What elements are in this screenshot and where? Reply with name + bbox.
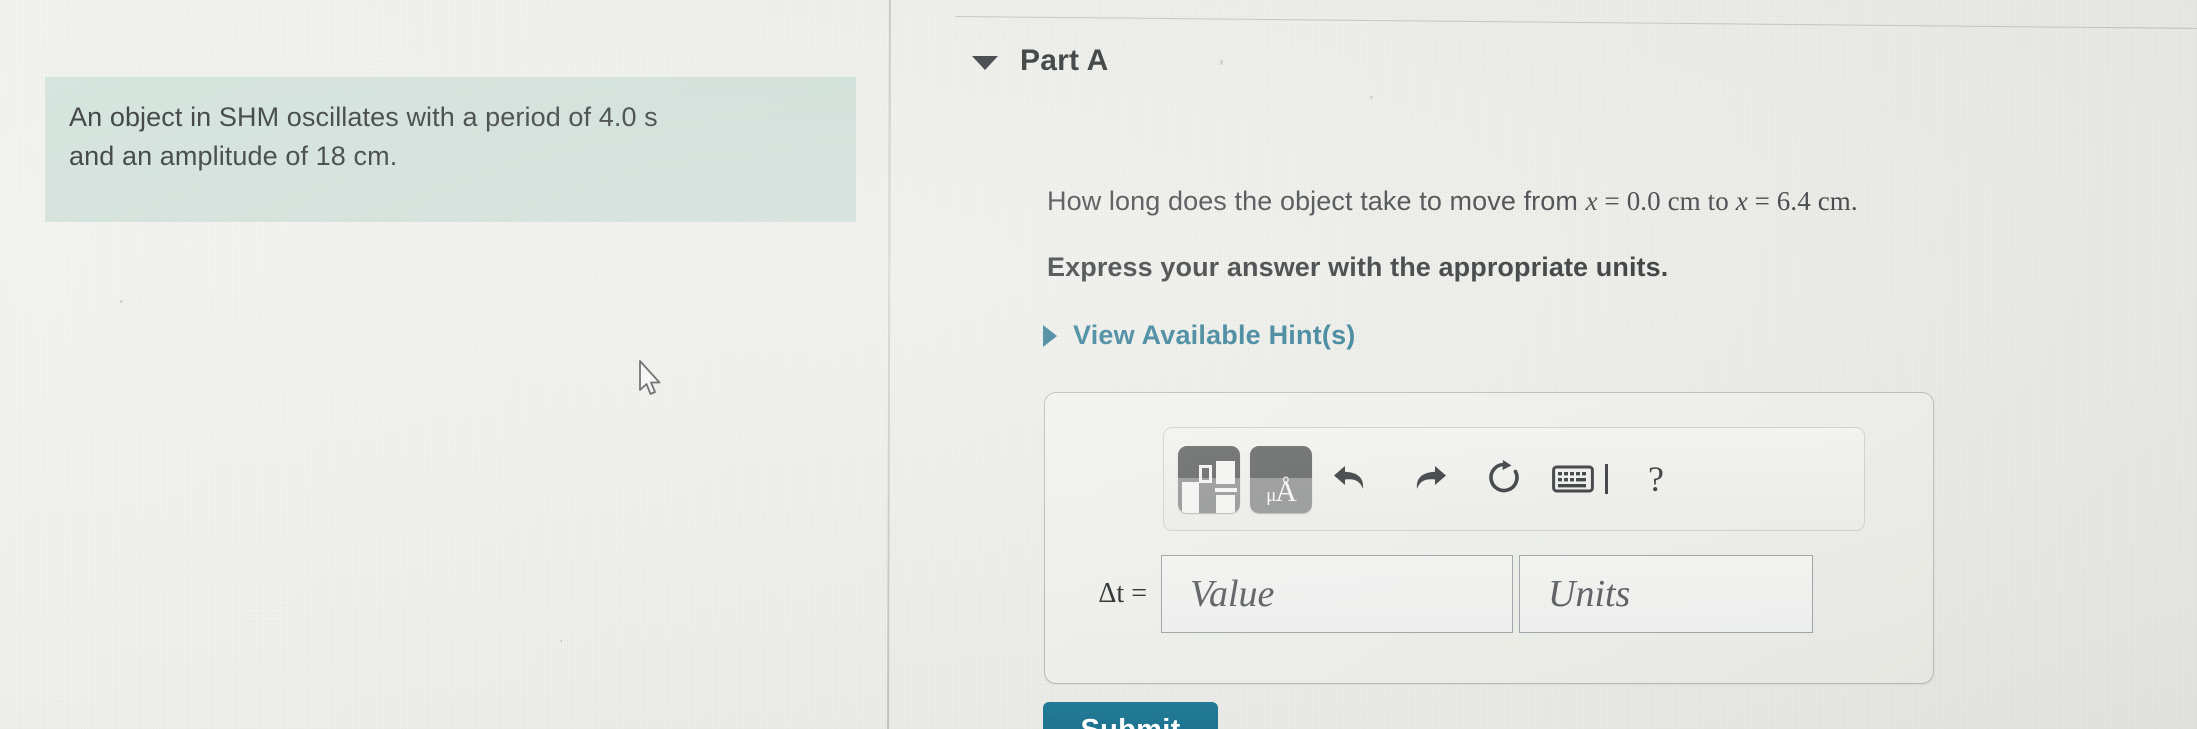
math-template-icon[interactable] [1178, 445, 1240, 513]
math-template-glyph-left-box [1182, 481, 1199, 513]
paper-speck [120, 300, 123, 303]
view-available-hints-toggle[interactable]: View Available Hint(s) [1043, 320, 1355, 351]
answer-input-row: Δt = Value Units [1061, 555, 1921, 633]
submit-button[interactable]: Submit [1043, 702, 1218, 729]
section-divider-rule [955, 16, 2197, 29]
question-equality-1: = 0.0 cm to [1597, 186, 1736, 216]
paper-speck [1220, 60, 1223, 65]
question-equality-2: = 6.4 cm. [1747, 186, 1858, 216]
math-template-glyph-denominator-box [1216, 494, 1235, 513]
instruction-text: Express your answer with the appropriate… [1047, 252, 1669, 282]
units-icon[interactable]: μÅ [1250, 445, 1312, 513]
units-input[interactable]: Units [1519, 555, 1813, 633]
part-header[interactable]: Part A [972, 44, 1108, 78]
math-template-glyph-numerator-box [1216, 460, 1235, 484]
answer-variable-label: Δt = [1098, 578, 1147, 609]
mu-glyph: μ [1266, 484, 1276, 506]
question-text: How long does the object take to move fr… [1047, 186, 1858, 217]
help-label: ? [1648, 459, 1664, 499]
question-mark-icon[interactable]: ? [1620, 445, 1692, 513]
mouse-pointer-icon [638, 360, 664, 398]
units-glyph: μÅ [1250, 474, 1312, 510]
math-template-glyph-superscript-box [1199, 464, 1212, 483]
units-input-placeholder: Units [1548, 573, 1631, 615]
problem-statement-line-1: An object in SHM oscillates with a perio… [69, 102, 658, 132]
angstrom-glyph: Å [1275, 474, 1297, 508]
question-prefix: How long does the object take to move fr… [1047, 186, 1586, 216]
paper-speck [1370, 96, 1373, 99]
problem-statement-pane: An object in SHM oscillates with a perio… [0, 0, 889, 729]
question-variable-2: x [1735, 186, 1748, 216]
triangle-right-icon[interactable] [1043, 324, 1057, 347]
redo-arrow-icon[interactable] [1392, 445, 1464, 513]
answer-panel: μÅ ? Δt = Value Units [1044, 392, 1934, 684]
triangle-down-icon[interactable] [972, 56, 998, 70]
view-available-hints-label: View Available Hint(s) [1073, 320, 1356, 350]
paper-speck [560, 640, 562, 642]
screenshot-root: An object in SHM oscillates with a perio… [0, 0, 2197, 729]
problem-statement-box: An object in SHM oscillates with a perio… [45, 76, 856, 222]
keyboard-caret-icon [1605, 464, 1608, 494]
math-template-glyph-fraction-bar [1215, 487, 1237, 492]
submit-button-label: Submit [1080, 714, 1180, 729]
problem-statement-line-2: and an amplitude of 18 cm. [69, 141, 398, 171]
reset-circular-arrow-icon[interactable] [1468, 445, 1540, 513]
keyboard-icon[interactable] [1544, 445, 1616, 513]
value-input-placeholder: Value [1190, 573, 1275, 615]
value-input[interactable]: Value [1161, 555, 1513, 633]
answer-toolbar: μÅ ? [1163, 427, 1865, 531]
problem-statement-text: An object in SHM oscillates with a perio… [69, 98, 829, 176]
undo-arrow-icon[interactable] [1316, 445, 1388, 513]
page-title: Part A [1020, 44, 1109, 77]
question-variable-1: x [1585, 186, 1598, 216]
